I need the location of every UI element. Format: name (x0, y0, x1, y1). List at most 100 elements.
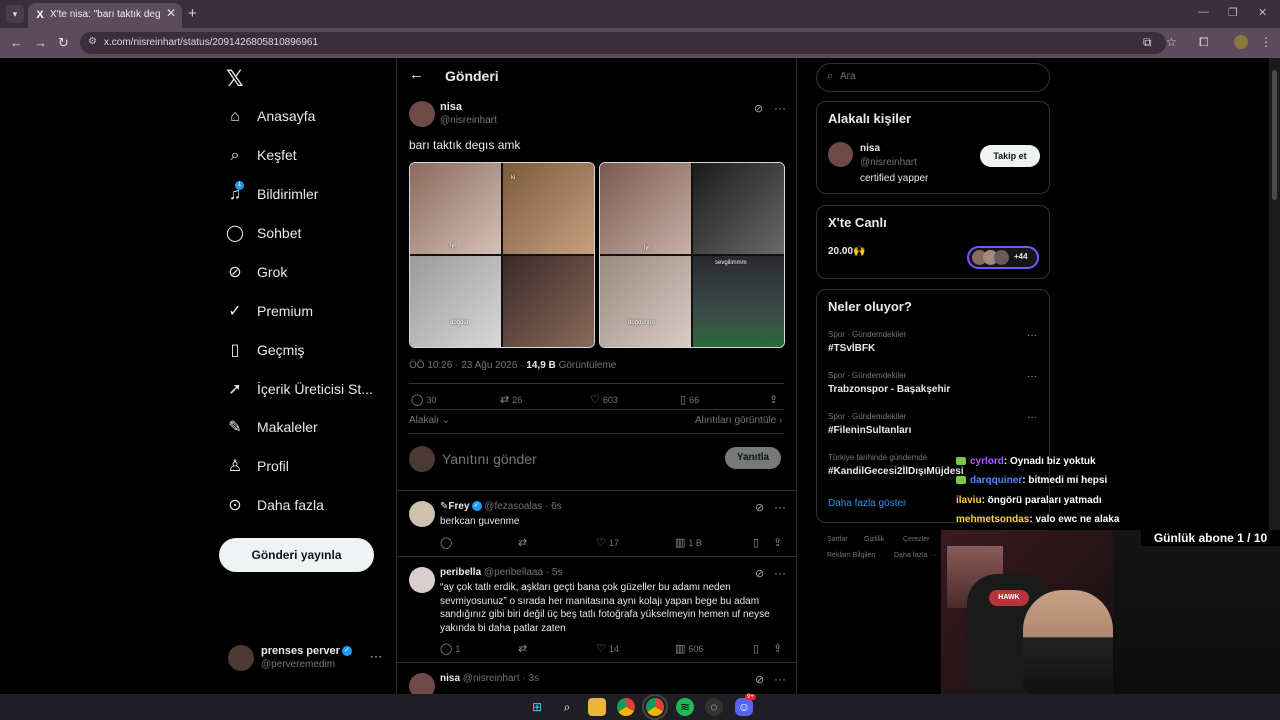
window-close-icon[interactable]: ✕ (1258, 6, 1267, 19)
chrome-profile-icon[interactable] (642, 694, 668, 720)
live-listeners[interactable]: +44 (967, 246, 1039, 269)
reply-item[interactable]: ✎Frey ✓ @fezasoalas · 6s ⊘ ··· berkcan gu… (397, 490, 796, 556)
grok-icon[interactable]: ⊘ (755, 673, 764, 686)
like-button[interactable]: ♡ 17 (596, 536, 619, 549)
bookmark-star-icon[interactable]: ☆ (1166, 35, 1177, 49)
footer-link[interactable]: Çerezler (903, 536, 929, 543)
trend-item[interactable]: #FileninSultanları (828, 425, 911, 436)
grok-icon[interactable]: ⊘ (755, 501, 764, 514)
maximize-icon[interactable]: ❐ (1228, 6, 1238, 19)
footer-link[interactable]: Reklam Bilgileri (827, 552, 875, 559)
more-icon[interactable]: ··· (774, 566, 786, 580)
share-icon[interactable]: ⇪ (773, 642, 785, 655)
nav-item-creator-studio[interactable]: ➚ İçerik Üreticisi St... (226, 379, 396, 407)
back-arrow-icon[interactable]: ← (409, 66, 424, 83)
spotify-icon[interactable]: ≋ (676, 698, 694, 716)
repost-icon[interactable]: ⇄ (518, 642, 530, 655)
account-switcher[interactable]: prenses perver ✓ @perveremedim ··· (228, 643, 388, 679)
trend-item[interactable]: Trabzonspor - Başakşehir (828, 384, 950, 395)
related-handle[interactable]: @nisreinhart (860, 157, 917, 168)
reply-sort-dropdown[interactable]: Alakalı ⌄ (409, 415, 450, 426)
post-image-right[interactable]: iyi doğdunnn sevgilimmm (599, 162, 785, 348)
reply-icon[interactable]: ◯ (440, 536, 455, 549)
live-space-title[interactable]: 20.00🙌 (828, 246, 865, 257)
footer-link[interactable]: Şartlar (827, 536, 848, 543)
more-icon[interactable]: ··· (1027, 371, 1037, 382)
back-icon[interactable]: ← (10, 35, 23, 50)
more-icon[interactable]: ··· (774, 101, 786, 115)
install-app-icon[interactable]: ⧉ (1143, 35, 1152, 50)
new-tab-icon[interactable]: + (188, 5, 197, 22)
like-button[interactable]: ♡ 14 (596, 642, 619, 655)
author-name[interactable]: nisa (440, 101, 462, 113)
nav-item-bookmarks[interactable]: ▯ Geçmiş (226, 340, 396, 368)
discord-icon[interactable]: ☺ (735, 698, 753, 716)
file-explorer-icon[interactable] (588, 698, 606, 716)
nav-item-grok[interactable]: ⊘ Grok (226, 262, 396, 290)
footer-link[interactable]: Gizlilik (864, 536, 884, 543)
browser-tab[interactable]: X X'te nisa: "barı taktık degıs amk" / X… (28, 3, 182, 28)
bookmark-icon[interactable]: ▯ (753, 642, 762, 655)
avatar[interactable] (409, 501, 435, 527)
app-icon[interactable]: ◌ (705, 698, 723, 716)
share-icon[interactable]: ⇪ (769, 393, 781, 406)
bookmark-icon[interactable]: ▯ (753, 536, 762, 549)
search-icon[interactable]: ⌕ (558, 698, 576, 716)
share-icon[interactable]: ⇪ (773, 536, 785, 549)
view-quotes-link[interactable]: Alıntıları görüntüle › (695, 415, 782, 426)
grok-icon[interactable]: ⊘ (755, 567, 764, 580)
author-handle[interactable]: @nisreinhart (440, 115, 497, 126)
nav-item-chat[interactable]: ◯ Sohbet (226, 223, 396, 251)
reply-author[interactable]: ✎Frey ✓ @fezasoalas · 6s (440, 501, 562, 512)
forward-icon[interactable]: → (34, 35, 47, 50)
reply-submit-button[interactable]: Yanıtla (725, 447, 781, 469)
address-bar[interactable]: ⚙ x.com/nisreinhart/status/2091426805810… (80, 32, 1166, 54)
reply-input[interactable]: Yanıtını gönder (442, 451, 537, 467)
reply-button[interactable]: ◯ 1 (440, 642, 460, 655)
like-button[interactable]: ♡ 603 (590, 393, 618, 406)
views-button[interactable]: ▥ 606 (675, 642, 703, 655)
avatar[interactable] (828, 142, 853, 167)
follow-button[interactable]: Takip et (980, 145, 1040, 167)
reply-author[interactable]: nisa @nisreinhart · 3s (440, 673, 539, 684)
related-name[interactable]: nisa (860, 143, 880, 154)
reply-author[interactable]: peribella @peribellaaa · 5s (440, 567, 562, 578)
avatar[interactable] (409, 567, 435, 593)
site-info-icon[interactable]: ⚙ (88, 36, 97, 47)
reply-button[interactable]: ◯ 30 (411, 393, 436, 406)
avatar[interactable] (409, 673, 435, 694)
footer-link[interactable]: Daha fazla ··· (894, 552, 936, 559)
reply-item[interactable]: nisa @nisreinhart · 3s ⊘ ··· (397, 662, 796, 694)
nav-item-explore[interactable]: ⌕ Keşfet (226, 145, 396, 173)
tab-search-button[interactable]: ▾ (6, 5, 24, 23)
more-icon[interactable]: ··· (1027, 412, 1037, 423)
reply-item[interactable]: peribella @peribellaaa · 5s ⊘ ··· “ay ço… (397, 556, 796, 662)
scrollbar-thumb[interactable] (1272, 70, 1277, 200)
browser-menu-icon[interactable]: ⋮ (1260, 35, 1272, 49)
chrome-icon[interactable] (617, 698, 635, 716)
more-icon[interactable]: ··· (1027, 330, 1037, 341)
post-button[interactable]: Gönderi yayınla (219, 538, 374, 572)
views-button[interactable]: ▥ 1 B (675, 536, 702, 549)
avatar[interactable] (409, 101, 435, 127)
nav-item-articles[interactable]: ✎ Makaleler (226, 417, 396, 445)
nav-item-more[interactable]: ⊙ Daha fazla (226, 495, 396, 523)
show-more-link[interactable]: Daha fazla göster (828, 498, 906, 509)
nav-item-premium[interactable]: ✓ Premium (226, 301, 396, 329)
trend-item[interactable]: #TSvİBFK (828, 343, 875, 354)
reload-icon[interactable]: ↻ (58, 35, 69, 51)
more-icon[interactable]: ··· (774, 672, 786, 686)
browser-profile-avatar[interactable] (1234, 35, 1248, 49)
grok-icon[interactable]: ⊘ (754, 102, 763, 115)
minimize-icon[interactable]: — (1198, 6, 1209, 18)
more-icon[interactable]: ··· (370, 649, 382, 663)
repost-button[interactable]: ⇄ 26 (500, 393, 522, 406)
bookmark-button[interactable]: ▯ 66 (680, 393, 699, 406)
nav-item-home[interactable]: ⌂ Anasayfa (226, 106, 396, 134)
trend-item[interactable]: #KandilGecesi2İlDışıMüjdesi (828, 466, 964, 477)
x-logo-icon[interactable]: 𝕏 (226, 66, 244, 92)
search-input[interactable]: ⌕ Ara (816, 63, 1050, 92)
more-icon[interactable]: ··· (774, 500, 786, 514)
windows-start-icon[interactable]: ⊞ (528, 698, 546, 716)
nav-item-notifications[interactable]: ♫ 1 Bildirimler (226, 181, 396, 212)
